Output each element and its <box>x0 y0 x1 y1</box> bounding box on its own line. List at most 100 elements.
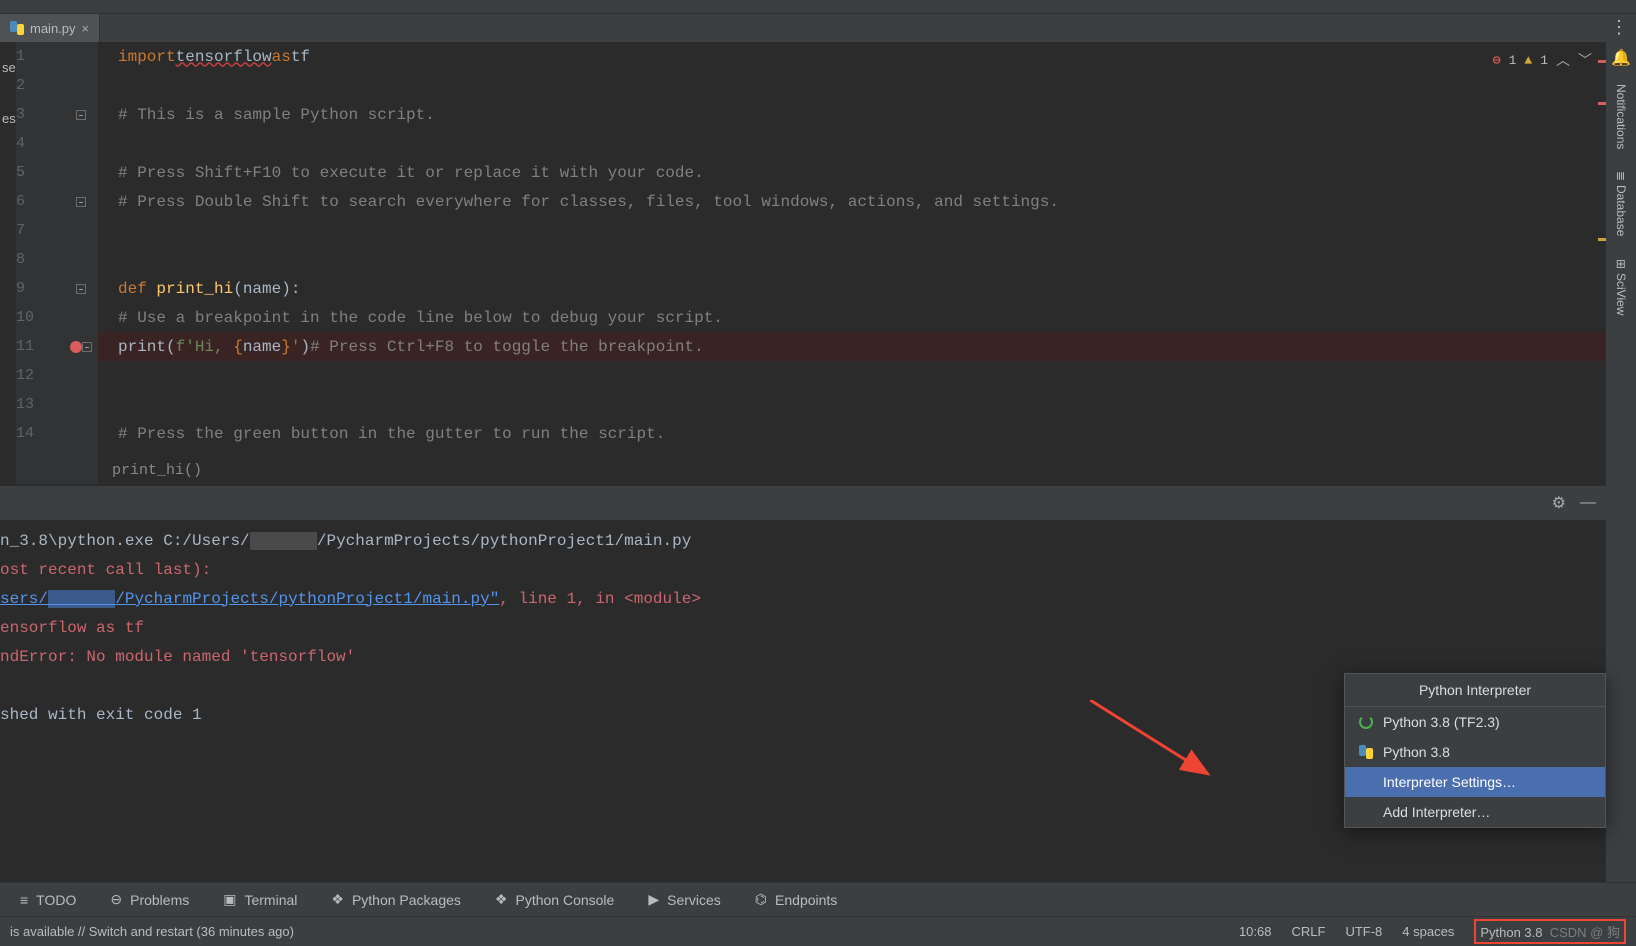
add-interpreter[interactable]: Add Interpreter… <box>1345 797 1605 827</box>
terminal-tool[interactable]: ▣ Terminal <box>223 891 297 908</box>
breakpoint-icon[interactable] <box>70 341 82 353</box>
gutter-mark[interactable] <box>64 419 98 448</box>
code-line[interactable]: import tensorflow as tf <box>98 42 1606 71</box>
gutter-mark[interactable] <box>64 187 98 216</box>
error-stripe[interactable] <box>1596 42 1606 484</box>
code-line[interactable]: # Use a breakpoint in the code line belo… <box>98 303 1606 332</box>
left-tool-stub[interactable]: es <box>0 93 16 144</box>
interpreter-option[interactable]: Python 3.8 (TF2.3) <box>1345 707 1605 737</box>
status-bar: is available // Switch and restart (36 m… <box>0 916 1636 946</box>
error-marker[interactable] <box>1598 102 1606 105</box>
notifications-tool[interactable]: Notifications <box>1614 78 1628 155</box>
line-number[interactable]: 2 <box>16 71 64 100</box>
interpreter-status[interactable]: Python 3.8 CSDN @ 狗 <box>1474 919 1626 944</box>
python-icon <box>1359 745 1373 759</box>
gutter-mark[interactable] <box>64 42 98 71</box>
code-line[interactable] <box>98 71 1606 100</box>
notifications-icon[interactable]: 🔔 <box>1611 48 1631 68</box>
line-number[interactable]: 7 <box>16 216 64 245</box>
left-tool-strip: ser es <box>0 42 16 144</box>
gutter-mark[interactable] <box>64 361 98 390</box>
tab-filename: main.py <box>30 21 76 36</box>
left-tool-stub[interactable]: ser <box>0 42 16 93</box>
code-line[interactable] <box>98 361 1606 390</box>
packages-tool[interactable]: ❖ Python Packages <box>331 891 461 908</box>
interpreter-label: Python 3.8 (TF2.3) <box>1383 714 1500 730</box>
traceback-line: ensorflow as tf <box>0 613 1606 642</box>
fold-icon[interactable] <box>76 197 86 207</box>
database-tool[interactable]: ≣ Database <box>1614 165 1628 242</box>
gutter-mark[interactable] <box>64 245 98 274</box>
services-tool[interactable]: ▶ Services <box>648 891 720 908</box>
todo-tool[interactable]: ≡ TODO <box>20 892 76 908</box>
close-tab-icon[interactable]: × <box>82 21 90 36</box>
gutter-mark[interactable] <box>64 158 98 187</box>
code-line[interactable] <box>98 216 1606 245</box>
indent-setting[interactable]: 4 spaces <box>1402 924 1454 939</box>
caret-position[interactable]: 10:68 <box>1239 924 1272 939</box>
line-number[interactable]: 8 <box>16 245 64 274</box>
interpreter-option[interactable]: Python 3.8 <box>1345 737 1605 767</box>
panel-hide-icon[interactable]: — <box>1580 494 1596 512</box>
line-number[interactable]: 1 <box>16 42 64 71</box>
loading-icon <box>1359 715 1373 729</box>
gutter-mark[interactable] <box>64 71 98 100</box>
line-number[interactable]: 3 <box>16 100 64 129</box>
error-count-icon: ⊖ <box>1493 53 1501 68</box>
code-line[interactable]: # This is a sample Python script. <box>98 100 1606 129</box>
gutter-mark[interactable] <box>64 216 98 245</box>
gutter-mark[interactable] <box>64 332 98 361</box>
file-link[interactable]: sers/XXXXXXX/PycharmProjects/pythonProje… <box>0 590 499 608</box>
code-line[interactable]: # Press Shift+F10 to execute it or repla… <box>98 158 1606 187</box>
line-number[interactable]: 14 <box>16 419 64 448</box>
error-marker[interactable] <box>1598 60 1606 63</box>
code-line[interactable]: # Press the green button in the gutter t… <box>98 419 1606 448</box>
line-number[interactable]: 5 <box>16 158 64 187</box>
status-message[interactable]: is available // Switch and restart (36 m… <box>10 924 294 939</box>
gutter-mark[interactable] <box>64 274 98 303</box>
line-separator[interactable]: CRLF <box>1292 924 1326 939</box>
line-number[interactable]: 11 <box>16 332 64 361</box>
fold-icon[interactable] <box>76 110 86 120</box>
line-number[interactable]: 12 <box>16 361 64 390</box>
tab-options-icon[interactable]: ⋮ <box>1610 18 1628 36</box>
code-line[interactable] <box>98 390 1606 419</box>
code-editor[interactable]: 1234567891011121314 import tensorflow as… <box>16 42 1606 484</box>
line-number[interactable]: 4 <box>16 129 64 158</box>
line-number[interactable]: 10 <box>16 303 64 332</box>
interpreter-label: Python 3.8 <box>1383 744 1450 760</box>
fold-icon[interactable] <box>82 342 92 352</box>
line-number[interactable]: 13 <box>16 390 64 419</box>
inspection-widget[interactable]: ⊖1 ▲1 ︿ ﹀ <box>1493 50 1592 70</box>
code-line[interactable] <box>98 245 1606 274</box>
console-tool[interactable]: ❖ Python Console <box>495 891 614 908</box>
code-line[interactable]: print(f'Hi, {name}') # Press Ctrl+F8 to … <box>98 332 1606 361</box>
panel-settings-icon[interactable]: ⚙ <box>1552 493 1566 513</box>
editor-gutter[interactable]: 1234567891011121314 <box>16 42 98 484</box>
gutter-mark[interactable] <box>64 100 98 129</box>
sciview-tool[interactable]: ⊞ SciView <box>1614 253 1628 322</box>
code-line[interactable]: # Press Double Shift to search everywher… <box>98 187 1606 216</box>
line-number[interactable]: 9 <box>16 274 64 303</box>
error-count: 1 <box>1509 53 1517 68</box>
code-line[interactable] <box>98 129 1606 158</box>
line-number[interactable]: 6 <box>16 187 64 216</box>
run-cmd: n_3.8\python.exe C:/Users/XXXXXXX/Pychar… <box>0 532 691 550</box>
interpreter-settings[interactable]: Interpreter Settings… <box>1345 767 1605 797</box>
code-area[interactable]: import tensorflow as tf # This is a sampl… <box>98 42 1606 484</box>
problems-tool[interactable]: ⊖ Problems <box>110 891 189 908</box>
fold-icon[interactable] <box>76 284 86 294</box>
prev-highlight-icon[interactable]: ︿ <box>1556 50 1570 70</box>
gutter-mark[interactable] <box>64 390 98 419</box>
interpreter-popup: Python Interpreter Python 3.8 (TF2.3) Py… <box>1344 673 1606 828</box>
code-line[interactable]: def print_hi(name): <box>98 274 1606 303</box>
file-encoding[interactable]: UTF-8 <box>1345 924 1382 939</box>
breadcrumb[interactable]: print_hi() <box>112 456 202 484</box>
editor-tab-strip: main.py × ⋮ <box>0 14 1636 42</box>
file-tab[interactable]: main.py × <box>0 14 100 42</box>
endpoints-tool[interactable]: ⌬ Endpoints <box>755 891 838 908</box>
gutter-mark[interactable] <box>64 129 98 158</box>
gutter-mark[interactable] <box>64 303 98 332</box>
warning-marker[interactable] <box>1598 238 1606 241</box>
next-highlight-icon[interactable]: ﹀ <box>1578 50 1592 70</box>
